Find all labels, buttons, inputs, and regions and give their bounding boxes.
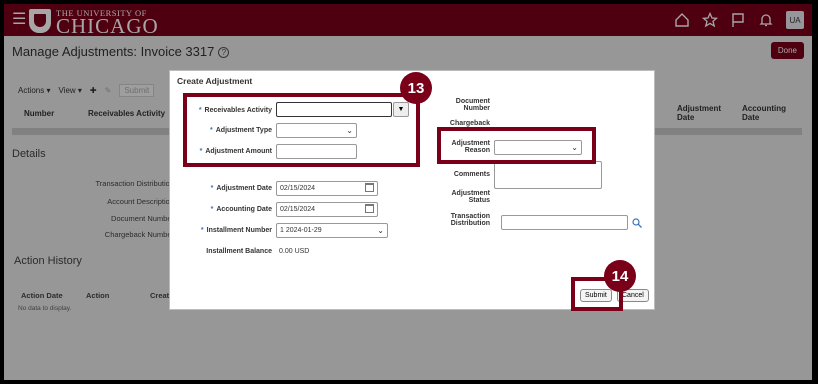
installment-balance-label: Installment Balance: [206, 248, 272, 255]
installment-balance-value: 0.00 USD: [279, 248, 310, 255]
calendar-icon[interactable]: [365, 183, 374, 192]
installment-number-select[interactable]: 1 2024-01-29 ⌄: [276, 223, 388, 238]
adjustment-date-label: * Adjustment Date: [180, 185, 272, 192]
transaction-distribution-input[interactable]: [501, 215, 628, 230]
adjustment-date-value: 02/15/2024: [280, 185, 316, 192]
installment-number-value: 1 2024-01-29: [280, 227, 322, 234]
step-14-badge: 14: [604, 260, 636, 292]
step-13-badge: 13: [400, 72, 432, 104]
comments-label: Comments: [453, 171, 490, 178]
document-number-label: Document Number: [455, 98, 490, 112]
chevron-down-icon: ⌄: [377, 226, 384, 235]
adjustment-status-label: Adjustment Status: [451, 190, 491, 204]
accounting-date-label: * Accounting Date: [180, 206, 272, 213]
installment-number-label-text: Installment Number: [206, 227, 272, 234]
accounting-date-value: 02/15/2024: [280, 206, 316, 213]
calendar-icon[interactable]: [365, 204, 374, 213]
chargeback-label: Chargeback: [449, 120, 490, 127]
accounting-date-label-text: Accounting Date: [216, 206, 272, 213]
comments-textarea[interactable]: [494, 161, 602, 189]
adjustment-date-label-text: Adjustment Date: [216, 185, 272, 192]
installment-number-label: * Installment Number: [180, 227, 272, 234]
required-marker-icon: *: [210, 206, 214, 213]
adjustment-reason-highlight: [437, 127, 596, 164]
adjustment-date-input[interactable]: 02/15/2024: [276, 181, 378, 196]
transaction-distribution-label: Transaction Distribution: [450, 213, 490, 227]
search-icon[interactable]: [632, 218, 642, 228]
dialog-title: Create Adjustment: [177, 76, 253, 86]
accounting-date-input[interactable]: 02/15/2024: [276, 202, 378, 217]
required-marker-icon: *: [210, 185, 214, 192]
required-marker-icon: *: [200, 227, 204, 234]
step-13-highlight: [183, 93, 420, 167]
